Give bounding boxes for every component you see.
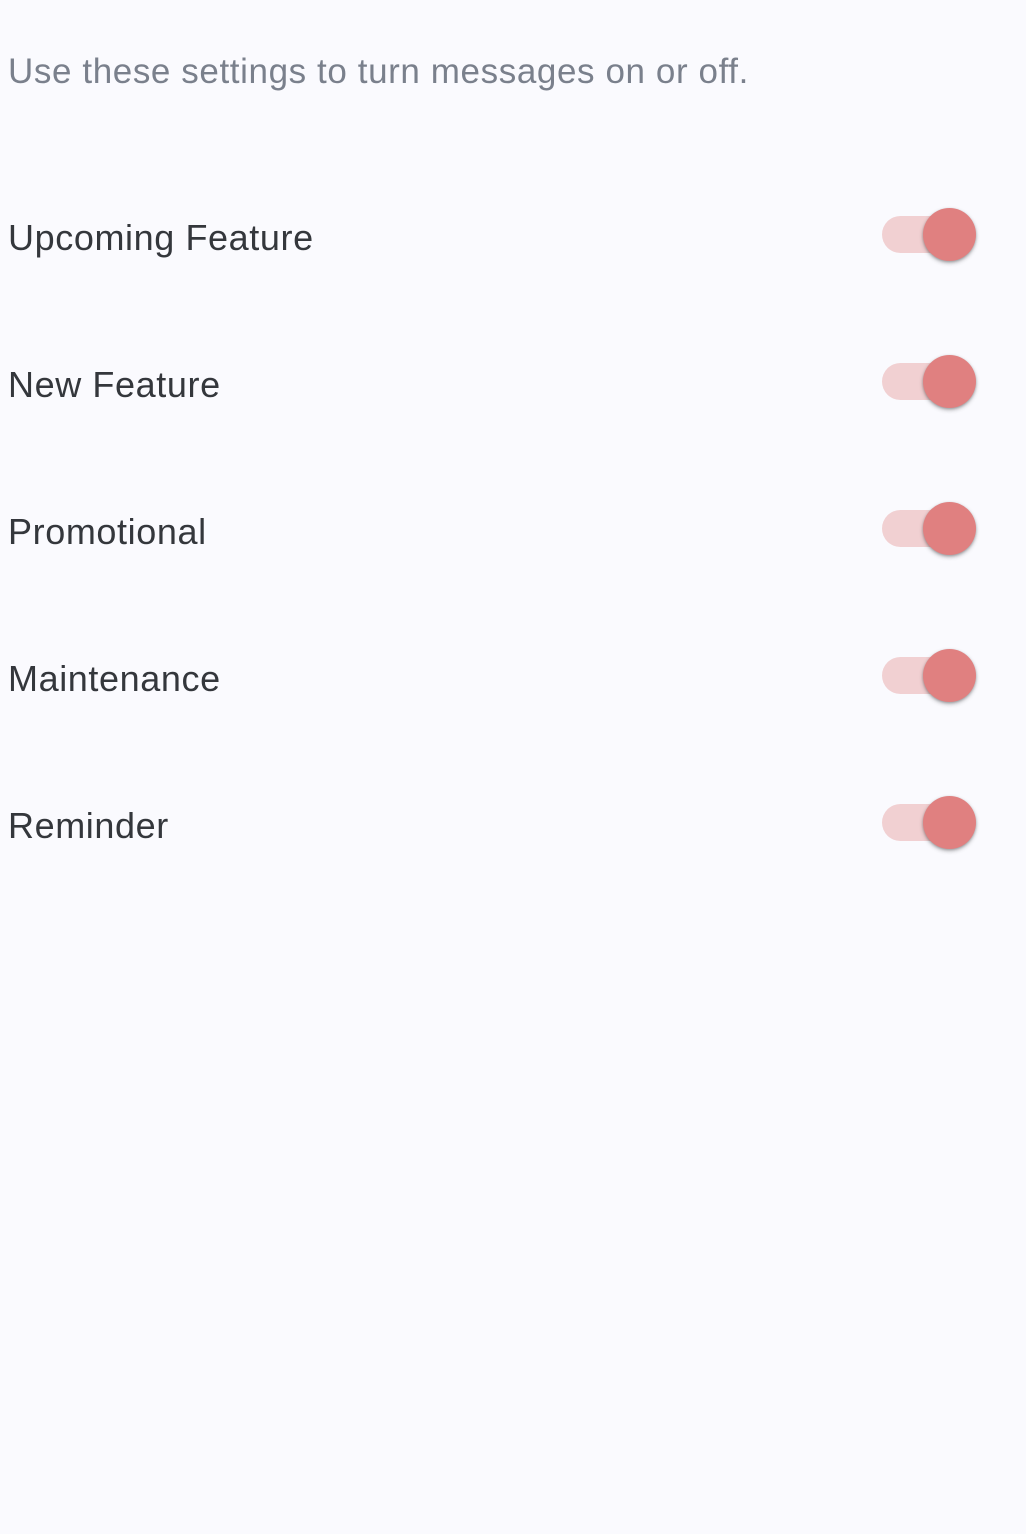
setting-label: Reminder	[8, 805, 169, 846]
toggle-thumb[interactable]	[923, 208, 976, 261]
upcoming-feature-toggle[interactable]	[878, 207, 982, 263]
setting-row-promotional: Promotional	[0, 457, 1026, 604]
promotional-toggle[interactable]	[878, 501, 982, 557]
setting-row-maintenance: Maintenance	[0, 604, 1026, 751]
setting-row-reminder: Reminder	[0, 751, 1026, 898]
message-settings-list: Upcoming Feature New Feature Promotional…	[0, 163, 1026, 898]
setting-label: Upcoming Feature	[8, 217, 314, 258]
setting-label: New Feature	[8, 364, 221, 405]
maintenance-toggle[interactable]	[878, 648, 982, 704]
toggle-thumb[interactable]	[923, 649, 976, 702]
toggle-thumb[interactable]	[923, 502, 976, 555]
toggle-thumb[interactable]	[923, 355, 976, 408]
setting-row-upcoming-feature: Upcoming Feature	[0, 163, 1026, 310]
setting-label: Promotional	[8, 511, 207, 552]
reminder-toggle[interactable]	[878, 795, 982, 851]
toggle-thumb[interactable]	[923, 796, 976, 849]
settings-description: Use these settings to turn messages on o…	[8, 52, 749, 91]
new-feature-toggle[interactable]	[878, 354, 982, 410]
setting-label: Maintenance	[8, 658, 221, 699]
setting-row-new-feature: New Feature	[0, 310, 1026, 457]
